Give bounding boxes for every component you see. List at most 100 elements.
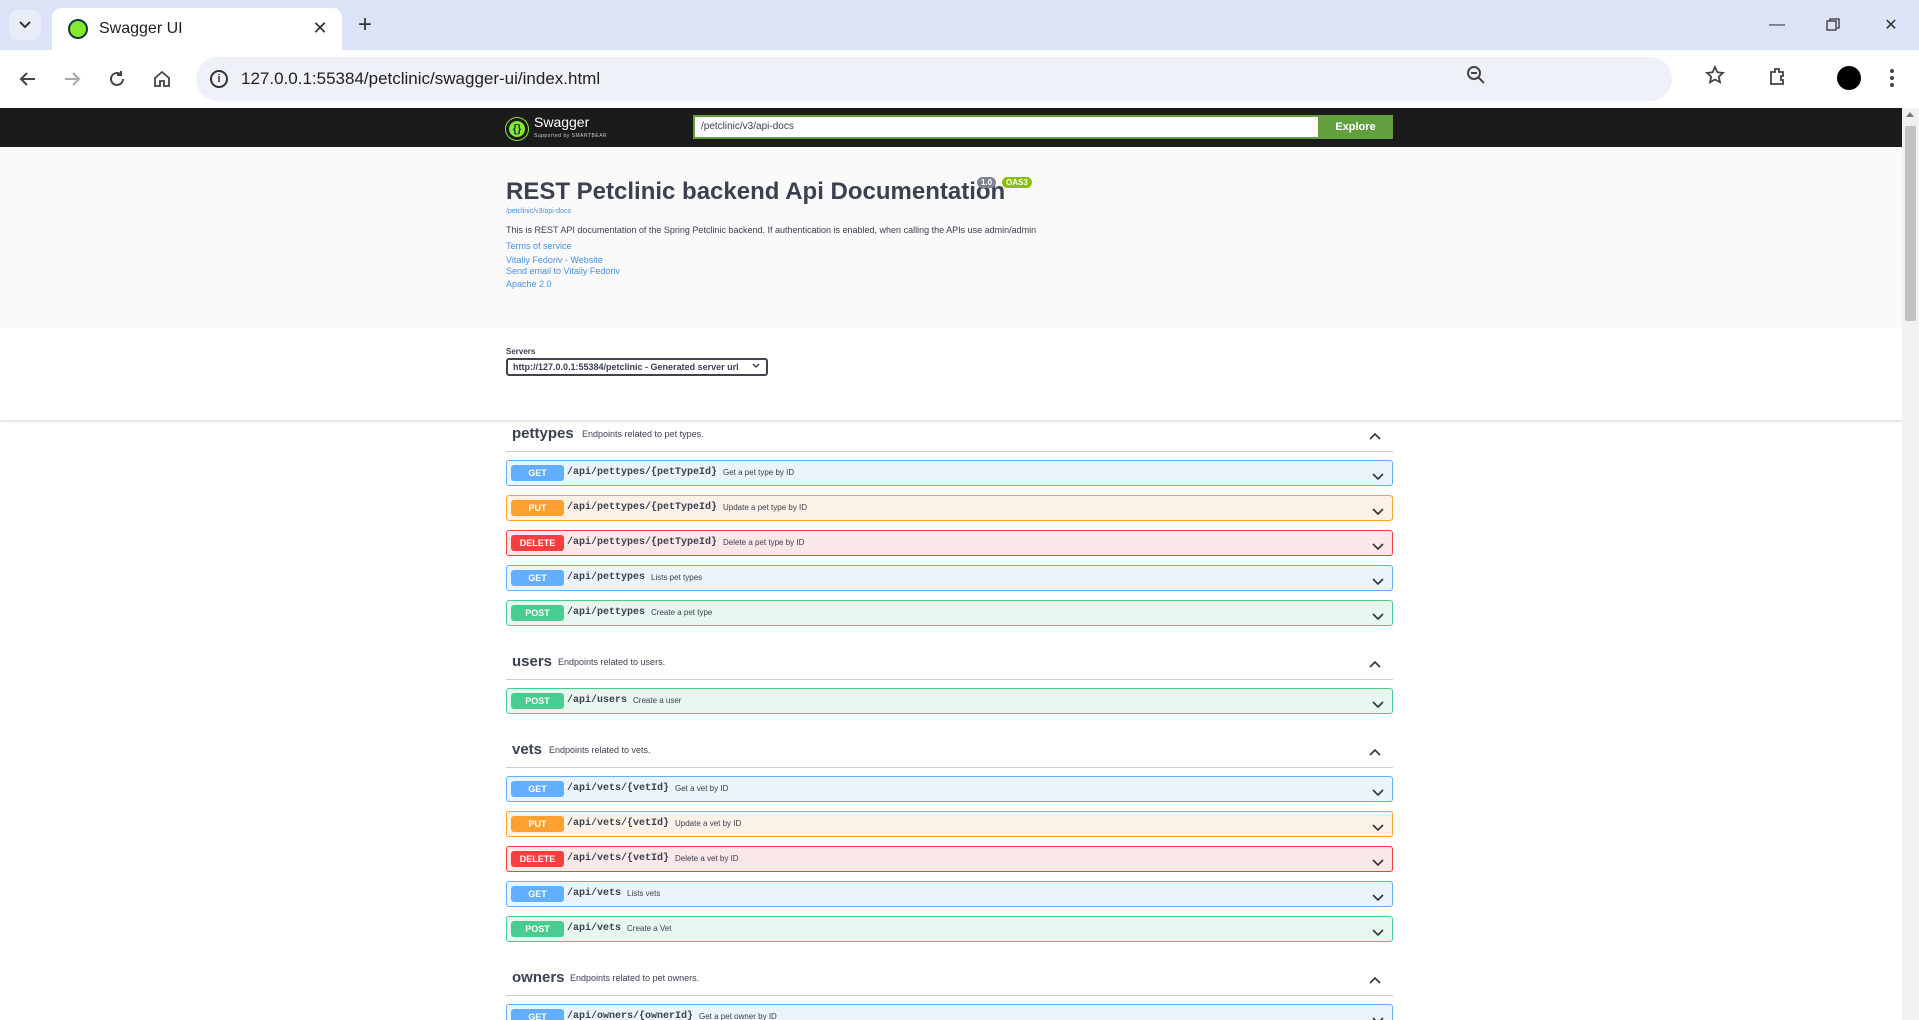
extensions-icon[interactable]: [1767, 65, 1789, 92]
chevron-down-icon[interactable]: [1372, 538, 1384, 556]
tag-description: Endpoints related to vets.: [549, 745, 651, 755]
contact-website-link[interactable]: Vitaliy Fedoriv - Website: [506, 255, 603, 265]
operation-post-row[interactable]: POST/api/users Create a user: [506, 688, 1393, 714]
tab-title: Swagger UI: [99, 20, 183, 37]
scroll-up-arrow-icon[interactable]: [1906, 112, 1914, 117]
terms-of-service-link[interactable]: Terms of service: [506, 241, 572, 251]
url-text[interactable]: 127.0.0.1:55384/petclinic/swagger-ui/ind…: [241, 69, 600, 89]
chevron-down-icon[interactable]: [1372, 854, 1384, 872]
chevron-down-icon: [19, 21, 31, 29]
reload-button[interactable]: [101, 63, 133, 95]
operation-path: /api/pettypes/{petTypeId}: [567, 537, 718, 548]
swagger-logo[interactable]: {} Swagger Supported by SMARTBEAR: [505, 115, 607, 143]
tag-name[interactable]: owners: [512, 969, 565, 986]
operation-get-row[interactable]: GET/api/vets/{vetId} Get a vet by ID: [506, 776, 1393, 802]
chevron-down-icon[interactable]: [1372, 573, 1384, 591]
operation-path: /api/users: [567, 695, 628, 706]
tag-name[interactable]: pettypes: [512, 425, 574, 442]
browser-menu-icon[interactable]: [1880, 66, 1904, 90]
operation-post-row[interactable]: POST/api/pettypes Create a pet type: [506, 600, 1393, 626]
operation-summary: Get a vet by ID: [675, 784, 729, 793]
servers-label: Servers: [506, 347, 536, 356]
operation-summary: Lists pet types: [651, 573, 703, 582]
back-button[interactable]: [12, 63, 44, 95]
operation-path: /api/vets/{vetId}: [567, 818, 670, 829]
arrow-right-icon: [65, 72, 81, 86]
operation-delete-row[interactable]: DELETE/api/pettypes/{petTypeId} Delete a …: [506, 530, 1393, 556]
http-method-badge: GET: [511, 570, 564, 586]
http-method-badge: PUT: [511, 500, 564, 516]
restore-icon: [1826, 18, 1840, 31]
spec-link[interactable]: /petclinic/v3/api-docs: [506, 208, 571, 215]
chevron-up-icon[interactable]: [1369, 743, 1381, 761]
http-method-badge: GET: [511, 886, 564, 902]
close-window-button[interactable]: ✕: [1871, 10, 1911, 40]
tag-name[interactable]: users: [512, 653, 552, 670]
version-badge: 1.0: [977, 177, 997, 188]
tag-header-owners[interactable]: owners Endpoints related to pet owners.: [506, 959, 1393, 996]
zoom-icon[interactable]: [1466, 65, 1486, 90]
chevron-up-icon[interactable]: [1369, 655, 1381, 673]
profile-avatar[interactable]: [1837, 66, 1861, 90]
contact-email-link[interactable]: Send email to Vitaliy Fedoriv: [506, 266, 620, 276]
operation-get-row[interactable]: GET/api/pettypes/{petTypeId} Get a pet ty…: [506, 460, 1393, 486]
chevron-down-icon[interactable]: [1372, 889, 1384, 907]
chevron-up-icon[interactable]: [1369, 427, 1381, 445]
address-bar[interactable]: i 127.0.0.1:55384/petclinic/swagger-ui/i…: [196, 57, 1672, 101]
minimize-button[interactable]: —: [1757, 10, 1797, 40]
browser-tab-bar: Swagger UI ✕ + — ✕: [0, 0, 1919, 50]
spec-url-input[interactable]: /petclinic/v3/api-docs: [693, 115, 1319, 139]
http-method-badge: POST: [511, 921, 564, 937]
operation-summary: Create a user: [633, 696, 682, 705]
operation-summary: Update a vet by ID: [675, 819, 742, 828]
http-method-badge: GET: [511, 1009, 564, 1020]
tag-header-vets[interactable]: vets Endpoints related to vets.: [506, 731, 1393, 768]
http-method-badge: DELETE: [511, 851, 564, 867]
active-tab[interactable]: Swagger UI ✕: [52, 8, 342, 50]
operation-path: /api/vets: [567, 923, 622, 934]
operation-put-row[interactable]: PUT/api/vets/{vetId} Update a vet by ID: [506, 811, 1393, 837]
operation-path: /api/vets/{vetId}: [567, 853, 670, 864]
restore-button[interactable]: [1813, 10, 1853, 40]
tab-search-button[interactable]: [9, 10, 41, 40]
operation-summary: Delete a vet by ID: [675, 854, 739, 863]
scrollbar-thumb[interactable]: [1905, 126, 1916, 321]
license-link[interactable]: Apache 2.0: [506, 279, 552, 289]
swagger-topbar: {} Swagger Supported by SMARTBEAR /petcl…: [0, 108, 1902, 147]
chevron-down-icon[interactable]: [1372, 924, 1384, 942]
forward-button[interactable]: [56, 63, 88, 95]
chevron-down-icon[interactable]: [1372, 819, 1384, 837]
chevron-down-icon[interactable]: [1372, 468, 1384, 486]
tab-close-icon[interactable]: ✕: [309, 17, 331, 39]
tag-header-pettypes[interactable]: pettypes Endpoints related to pet types.: [506, 415, 1393, 452]
operation-path: /api/vets: [567, 888, 622, 899]
operation-path: /api/pettypes/{petTypeId}: [567, 467, 718, 478]
new-tab-button[interactable]: +: [350, 10, 380, 40]
chevron-down-icon[interactable]: [1372, 608, 1384, 626]
explore-button[interactable]: Explore: [1318, 115, 1393, 139]
operation-get-row[interactable]: GET/api/vets Lists vets: [506, 881, 1393, 907]
chevron-down-icon[interactable]: [1372, 784, 1384, 802]
page-viewport: {} Swagger Supported by SMARTBEAR /petcl…: [0, 108, 1902, 1020]
http-method-badge: GET: [511, 781, 564, 797]
operation-path: /api/pettypes: [567, 572, 646, 583]
operation-put-row[interactable]: PUT/api/pettypes/{petTypeId} Update a pet…: [506, 495, 1393, 521]
operation-get-row[interactable]: GET/api/owners/{ownerId} Get a pet owner …: [506, 1004, 1393, 1020]
oas-badge: OAS3: [1002, 177, 1032, 188]
home-button[interactable]: [146, 63, 178, 95]
chevron-down-icon[interactable]: [1372, 1012, 1384, 1020]
operation-get-row[interactable]: GET/api/pettypes Lists pet types: [506, 565, 1393, 591]
operation-delete-row[interactable]: DELETE/api/vets/{vetId} Delete a vet by I…: [506, 846, 1393, 872]
site-info-icon[interactable]: i: [210, 70, 228, 88]
tag-header-users[interactable]: users Endpoints related to users.: [506, 643, 1393, 680]
tag-name[interactable]: vets: [512, 741, 542, 758]
operation-path: /api/pettypes: [567, 607, 646, 618]
operation-post-row[interactable]: POST/api/vets Create a Vet: [506, 916, 1393, 942]
chevron-down-icon[interactable]: [1372, 696, 1384, 714]
servers-select[interactable]: http://127.0.0.1:55384/petclinic - Gener…: [506, 358, 768, 376]
page-scrollbar[interactable]: [1902, 108, 1919, 1020]
chevron-up-icon[interactable]: [1369, 971, 1381, 989]
api-description: This is REST API documentation of the Sp…: [506, 225, 1037, 235]
bookmark-star-icon[interactable]: [1704, 64, 1726, 90]
chevron-down-icon[interactable]: [1372, 503, 1384, 521]
